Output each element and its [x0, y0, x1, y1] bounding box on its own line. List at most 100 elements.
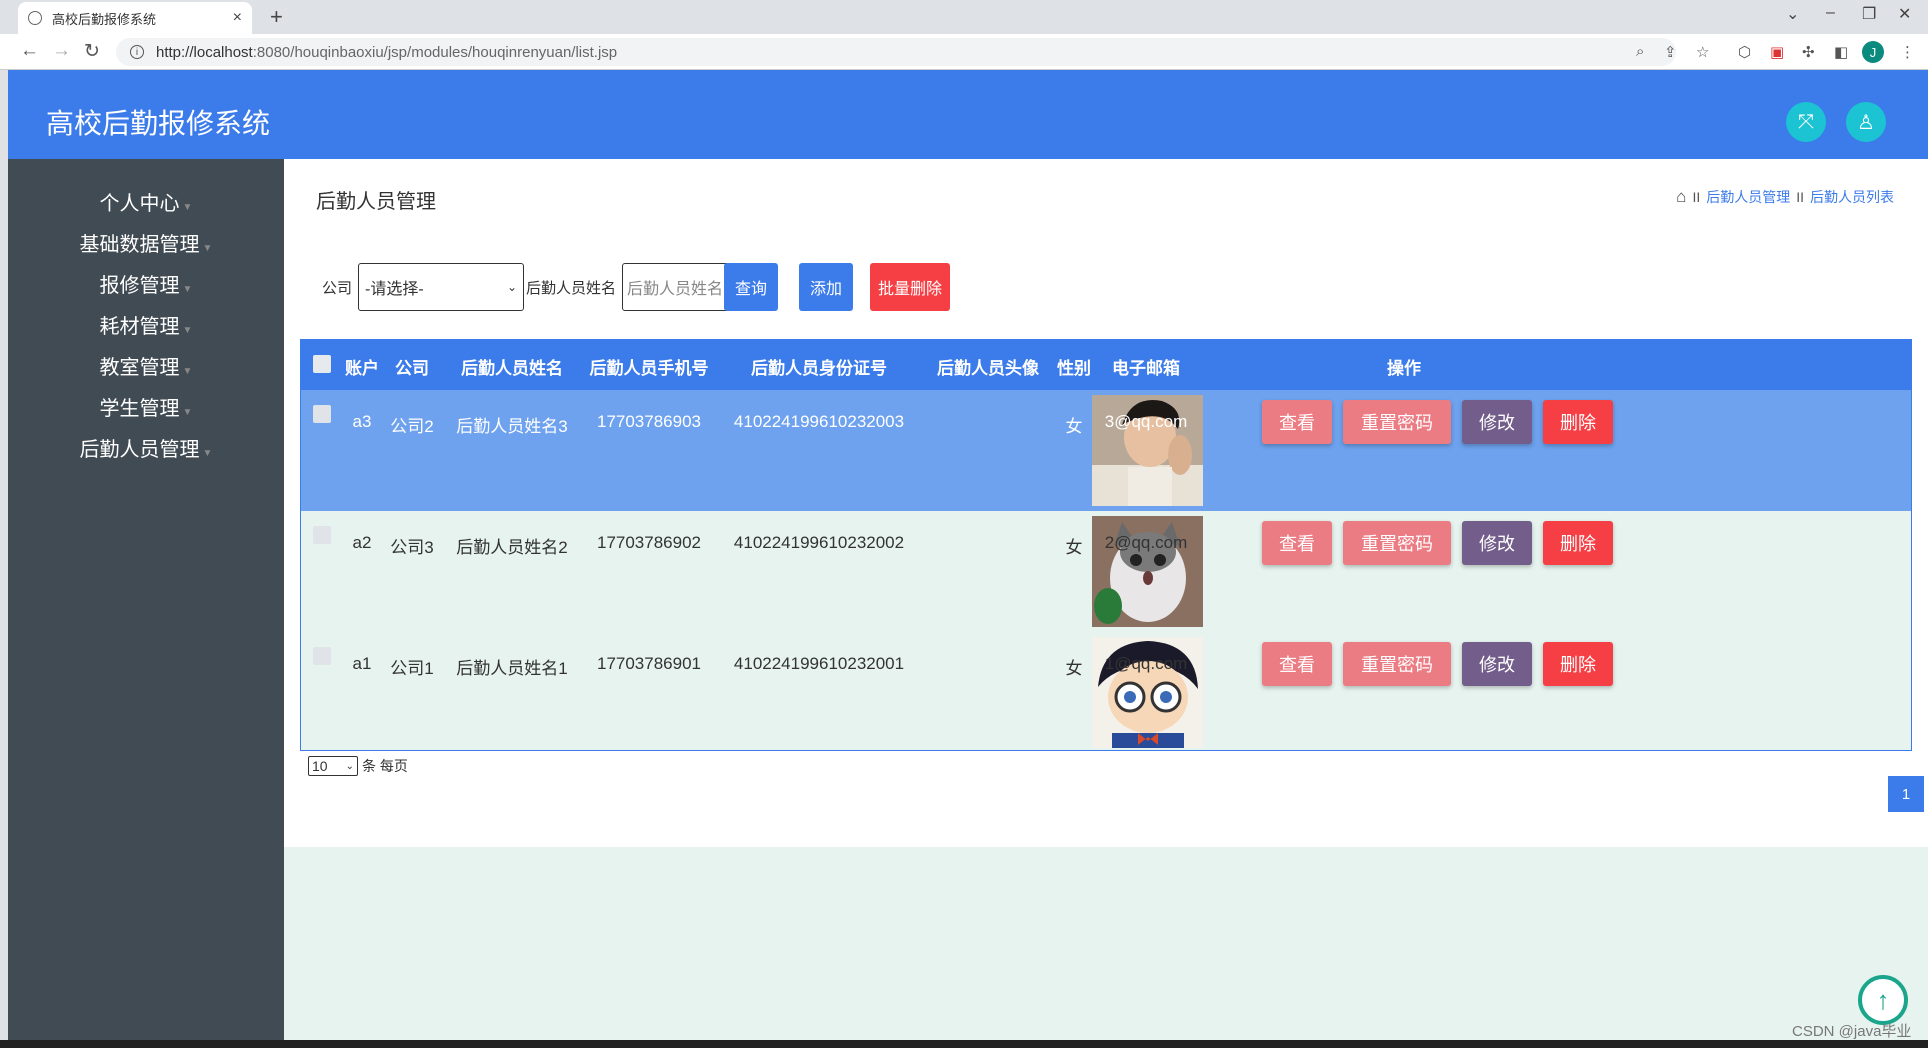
- menu-dots-icon[interactable]: ⋮: [1900, 43, 1915, 61]
- tab-title: 高校后勤报修系统: [52, 11, 157, 27]
- cell-email: 2@qq.com: [1104, 533, 1188, 552]
- breadcrumb: ⌂ II 后勤人员管理 II 后勤人员列表: [1676, 187, 1894, 207]
- reset-password-button[interactable]: 重置密码: [1343, 400, 1451, 444]
- home-icon[interactable]: ⌂: [1676, 187, 1686, 207]
- sidebar-item-label: 耗材管理: [99, 316, 180, 338]
- reload-icon[interactable]: ↻: [84, 40, 100, 63]
- browser-tab[interactable]: 高校后勤报修系统 ×: [18, 2, 252, 34]
- restore-icon[interactable]: ❐: [1862, 4, 1876, 24]
- edit-button[interactable]: 修改: [1462, 642, 1532, 686]
- delete-button[interactable]: 删除: [1543, 521, 1613, 565]
- column-header[interactable]: 后勤人员身份证号: [751, 354, 887, 379]
- table-row[interactable]: a2 公司3 后勤人员姓名2 17703786902 4102241996102…: [301, 511, 1911, 632]
- search-form: 公司 -请选择- ⌄ 后勤人员姓名 后勤人员姓名: [322, 263, 777, 311]
- edit-button[interactable]: 修改: [1462, 400, 1532, 444]
- cell-email: 3@qq.com: [1104, 412, 1188, 431]
- table-row[interactable]: a1 公司1 后勤人员姓名1 17703786901 4102241996102…: [301, 632, 1911, 753]
- close-window-icon[interactable]: ✕: [1898, 4, 1911, 24]
- pagination-size: 10 ⌄ 条 每页: [308, 756, 408, 776]
- page-number-button[interactable]: 1: [1888, 776, 1924, 812]
- app-header: 高校后勤报修系统 ⤧ ♙: [8, 70, 1928, 159]
- forward-icon[interactable]: →: [52, 40, 71, 62]
- column-header[interactable]: 公司: [395, 354, 429, 379]
- caret-down-icon: ▼: [182, 407, 193, 418]
- sidebar-item-consumables[interactable]: 耗材管理 ▼: [8, 310, 284, 339]
- reset-password-button[interactable]: 重置密码: [1343, 521, 1451, 565]
- select-all-checkbox[interactable]: [313, 355, 331, 373]
- caret-down-icon: ▼: [182, 284, 193, 295]
- view-button[interactable]: 查看: [1262, 521, 1332, 565]
- cell-name: 后勤人员姓名1: [456, 659, 568, 678]
- cell-company: 公司2: [390, 417, 434, 436]
- sidebar-item-students[interactable]: 学生管理 ▼: [8, 392, 284, 421]
- cell-idcard: 410224199610232001: [733, 654, 905, 673]
- cell-email: 1@qq.com: [1104, 654, 1188, 673]
- company-select-value: -请选择-: [365, 281, 424, 298]
- tab-close-icon[interactable]: ×: [233, 9, 242, 27]
- user-icon[interactable]: ♙: [1846, 102, 1886, 142]
- row-checkbox[interactable]: [313, 647, 331, 665]
- column-header[interactable]: 电子邮箱: [1112, 354, 1180, 379]
- view-button[interactable]: 查看: [1262, 642, 1332, 686]
- sidebar-item-repair[interactable]: 报修管理 ▼: [8, 269, 284, 298]
- share-icon[interactable]: ⇪: [1664, 43, 1677, 61]
- row-checkbox[interactable]: [313, 526, 331, 544]
- site-info-icon[interactable]: i: [130, 45, 144, 59]
- url-path: :8080/houqinbaoxiu/jsp/modules/houqinren…: [252, 43, 618, 61]
- breadcrumb-item[interactable]: 后勤人员管理: [1706, 187, 1790, 207]
- caret-down-icon: ▼: [182, 202, 193, 213]
- puzzle-icon[interactable]: ✣: [1802, 43, 1815, 61]
- caret-down-icon: ▼: [182, 325, 193, 336]
- tab-search-icon[interactable]: ⌄: [1786, 4, 1799, 24]
- column-header[interactable]: 后勤人员头像: [937, 354, 1039, 379]
- sidebar-item-personal-center[interactable]: 个人中心 ▼: [8, 187, 284, 216]
- edit-button[interactable]: 修改: [1462, 521, 1532, 565]
- cell-account: a3: [352, 412, 372, 431]
- reset-password-button[interactable]: 重置密码: [1343, 642, 1451, 686]
- column-header[interactable]: 后勤人员手机号: [590, 354, 709, 379]
- sidebar-item-base-data[interactable]: 基础数据管理 ▼: [8, 228, 284, 257]
- cell-phone: 17703786901: [596, 654, 702, 673]
- sidebar-item-label: 报修管理: [99, 275, 180, 297]
- delete-button[interactable]: 删除: [1543, 400, 1613, 444]
- cell-idcard: 410224199610232003: [733, 412, 905, 431]
- fullscreen-icon[interactable]: ⤧: [1786, 102, 1826, 142]
- cell-gender: 女: [1065, 659, 1083, 678]
- page-size-value: 10: [312, 758, 328, 774]
- company-select[interactable]: -请选择- ⌄: [358, 263, 525, 311]
- table-row[interactable]: a3 公司2 后勤人员姓名3 17703786903 4102241996102…: [301, 390, 1911, 511]
- url-host: http://localhost: [156, 43, 253, 61]
- caret-down-icon: ▼: [202, 448, 213, 459]
- delete-button[interactable]: 删除: [1543, 642, 1613, 686]
- zoom-icon[interactable]: ⌕: [1636, 43, 1644, 60]
- cell-account: a2: [352, 533, 372, 552]
- back-to-top-icon[interactable]: ↑: [1858, 975, 1908, 1025]
- column-header[interactable]: 操作: [1387, 354, 1421, 379]
- new-tab-icon[interactable]: +: [270, 4, 283, 30]
- back-icon[interactable]: ←: [20, 40, 39, 62]
- url-field[interactable]: i http://localhost:8080/houqinbaoxiu/jsp…: [116, 38, 1676, 66]
- breadcrumb-item[interactable]: 后勤人员列表: [1810, 187, 1894, 207]
- column-header[interactable]: 账户: [345, 354, 379, 379]
- minimize-icon[interactable]: –: [1826, 4, 1835, 22]
- page-size-select[interactable]: 10 ⌄: [308, 756, 358, 776]
- chevron-down-icon: ⌄: [345, 760, 354, 772]
- column-header[interactable]: 后勤人员姓名: [461, 354, 563, 379]
- row-checkbox[interactable]: [313, 405, 331, 423]
- column-header[interactable]: 性别: [1057, 354, 1091, 379]
- view-button[interactable]: 查看: [1262, 400, 1332, 444]
- bookmark-star-icon[interactable]: ☆: [1696, 43, 1709, 61]
- cell-company: 公司1: [390, 659, 434, 678]
- query-button[interactable]: 查询: [724, 263, 778, 311]
- add-button[interactable]: 添加: [799, 263, 853, 311]
- pdf-extension-icon[interactable]: ▣: [1770, 43, 1784, 61]
- cell-phone: 17703786902: [596, 533, 702, 552]
- batch-delete-button[interactable]: 批量删除: [870, 263, 950, 311]
- profile-avatar[interactable]: J: [1862, 41, 1884, 63]
- chevron-down-icon: ⌄: [506, 280, 518, 294]
- sidebar-item-logistics-staff[interactable]: 后勤人员管理 ▼: [8, 433, 284, 462]
- taskbar-strip: [0, 1040, 1928, 1048]
- side-panel-icon[interactable]: ◧: [1834, 43, 1848, 61]
- extension-icon[interactable]: ⬡: [1738, 43, 1751, 61]
- sidebar-item-classrooms[interactable]: 教室管理 ▼: [8, 351, 284, 380]
